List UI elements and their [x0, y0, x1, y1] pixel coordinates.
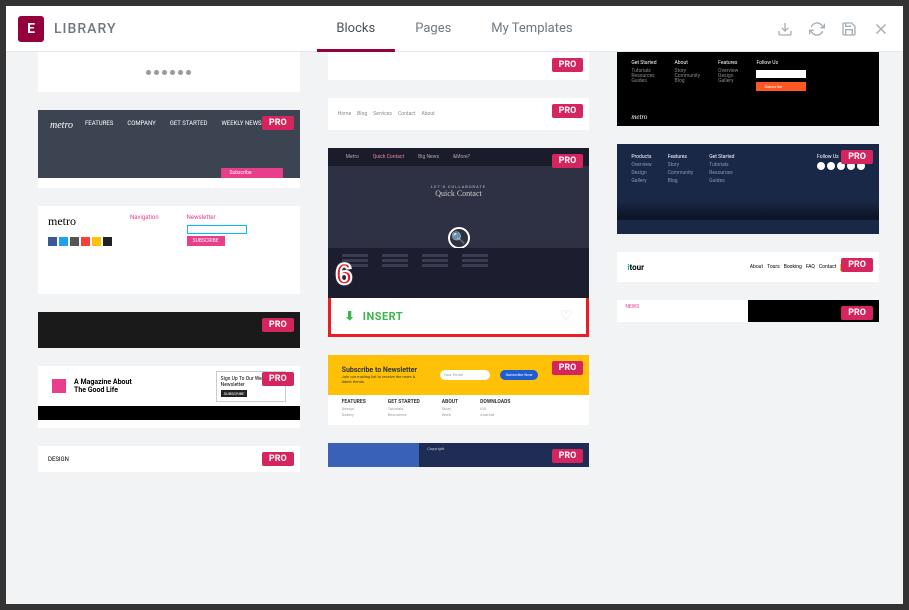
- thumb-nav-item: About: [421, 111, 434, 117]
- thumb-brand: metro: [48, 214, 112, 229]
- thumb-col-head: GET STARTED: [388, 399, 420, 405]
- favorite-icon[interactable]: ♡: [560, 308, 573, 324]
- modal-title: LIBRARY: [54, 21, 117, 37]
- pro-badge: PRO: [552, 449, 584, 463]
- thumb-col-head: Get Started: [631, 60, 656, 66]
- thumb-button: Subscribe: [756, 82, 806, 91]
- tab-pages[interactable]: Pages: [395, 6, 471, 52]
- close-icon[interactable]: [871, 19, 891, 39]
- thumb-col-head: FEATURES: [85, 120, 113, 127]
- thumb-title: Quick Contact: [435, 189, 481, 198]
- magnify-icon: 🔍: [448, 227, 470, 249]
- template-card-featured[interactable]: PRO MetroQuick ContactBig News&More? LET…: [328, 148, 590, 337]
- thumb-brand: tour: [629, 263, 644, 272]
- thumb-col-head: ABOUT: [442, 399, 458, 405]
- pro-badge: PRO: [262, 318, 294, 332]
- template-card[interactable]: PRO A Magazine AboutThe Good Life Sign U…: [38, 366, 300, 428]
- pro-badge: PRO: [552, 58, 584, 72]
- thumb-col-head: Follow Us: [756, 60, 806, 66]
- modal-header: E LIBRARY Blocks Pages My Templates: [6, 6, 903, 52]
- thumb-col-head: Features: [718, 60, 738, 66]
- annotation-step-number: 6: [336, 258, 353, 292]
- thumb-col-head: Navigation: [130, 214, 159, 221]
- pro-badge: PRO: [841, 150, 873, 164]
- pro-badge: PRO: [552, 361, 584, 375]
- template-card[interactable]: PRO: [328, 52, 590, 80]
- template-card[interactable]: PRO Home Blog Services Contact About DES…: [328, 98, 590, 130]
- thumb-nav-item: Services: [373, 111, 392, 117]
- tab-blocks[interactable]: Blocks: [316, 6, 395, 52]
- thumb-col-head: Get Started: [709, 154, 734, 160]
- pro-badge: PRO: [841, 258, 873, 272]
- sync-icon[interactable]: [807, 19, 827, 39]
- save-icon[interactable]: [839, 19, 859, 39]
- card-actions-highlight: ⬇ INSERT ♡: [328, 296, 590, 337]
- thumb-col-head: Products: [631, 154, 651, 160]
- thumb-col-head: GET STARTED: [170, 120, 208, 127]
- template-card[interactable]: Get StartedTutorialsResourcesGuides Abou…: [617, 52, 879, 126]
- pro-badge: PRO: [262, 116, 294, 130]
- templates-grid: PRO metro FEATURES COMPANY GET STARTED W…: [6, 52, 903, 604]
- insert-button[interactable]: ⬇ INSERT: [345, 309, 404, 323]
- thumb-col-head: DOWNLOADS: [480, 399, 510, 405]
- thumb-col-head: COMPANY: [127, 120, 155, 127]
- header-tabs: Blocks Pages My Templates: [316, 6, 592, 52]
- template-card[interactable]: PRO DESIGN: [38, 446, 300, 472]
- thumb-col-head: Newsletter: [187, 214, 247, 221]
- elementor-logo-icon: E: [18, 16, 44, 42]
- thumb-brand: metro: [50, 120, 73, 178]
- thumb-brand: metro: [631, 113, 647, 121]
- thumb-input: Your Email: [440, 370, 490, 380]
- thumb-button: Subscribe Now: [500, 370, 539, 380]
- thumb-text: A Magazine About: [74, 378, 132, 386]
- thumb-nav-item: Blog: [357, 111, 367, 117]
- template-card[interactable]: metro Navigation NewsletterSUBSCRIBE: [38, 206, 300, 294]
- download-icon: ⬇: [345, 309, 355, 323]
- template-card[interactable]: PRO Subscribe to NewsletterJoin our mail…: [328, 355, 590, 425]
- template-card[interactable]: [38, 52, 300, 92]
- pro-badge: PRO: [552, 104, 584, 118]
- template-card[interactable]: PRO ProductsOverviewDesignGallery Featur…: [617, 144, 879, 234]
- thumb-title: Subscribe to Newsletter: [342, 366, 422, 374]
- pro-badge: PRO: [262, 452, 294, 466]
- thumb-nav-item: Home: [338, 111, 351, 117]
- import-icon[interactable]: [775, 19, 795, 39]
- pro-badge: PRO: [552, 154, 584, 168]
- tab-my-templates[interactable]: My Templates: [471, 6, 592, 52]
- template-card[interactable]: PRO metro FEATURES COMPANY GET STARTED W…: [38, 110, 300, 188]
- pro-badge: PRO: [841, 306, 873, 320]
- template-card[interactable]: PRO itour AboutToursBookingFAQContactBOO…: [617, 252, 879, 282]
- thumb-col-head: FEATURES: [342, 399, 366, 405]
- insert-label: INSERT: [363, 310, 403, 323]
- thumb-nav-item: Contact: [398, 111, 415, 117]
- thumb-text: The Good Life: [74, 386, 132, 394]
- thumb-col-head: About: [675, 60, 701, 66]
- thumb-col-head: Features: [668, 154, 694, 160]
- template-card[interactable]: PRO NEWS: [617, 300, 879, 322]
- template-card[interactable]: PRO: [38, 312, 300, 348]
- template-card[interactable]: PRO Copyright: [328, 443, 590, 467]
- pro-badge: PRO: [262, 372, 294, 386]
- thumb-text: DESIGN: [48, 456, 69, 463]
